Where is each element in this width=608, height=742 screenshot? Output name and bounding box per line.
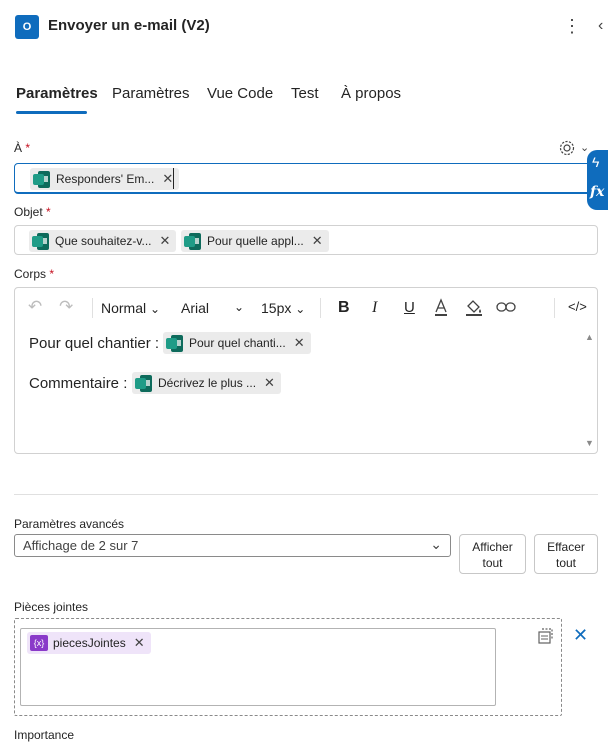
delete-item-icon[interactable]: ✕: [573, 625, 588, 646]
forms-icon: [166, 334, 183, 352]
tab-code-view[interactable]: Vue Code: [207, 85, 273, 102]
variable-icon: {x}: [30, 635, 48, 651]
active-tab-indicator: [16, 111, 87, 114]
remove-token-icon[interactable]: ✕: [294, 335, 305, 351]
action-title: Envoyer un e-mail (V2): [48, 17, 210, 34]
subject-token[interactable]: Pour quelle appl... ✕: [181, 230, 329, 252]
scroll-up-icon[interactable]: ▲: [585, 332, 594, 342]
redo-icon[interactable]: ↷: [59, 297, 73, 317]
chevron-down-icon: ⌄: [295, 302, 306, 316]
font-dropdown[interactable]: Arial ⌄: [181, 300, 247, 316]
remove-token-icon[interactable]: ✕: [162, 171, 173, 187]
more-options-icon[interactable]: ⋮: [563, 15, 581, 37]
code-view-icon[interactable]: </>: [568, 299, 587, 314]
dynamic-content-pill[interactable]: ϟ fx: [587, 150, 608, 210]
italic-button[interactable]: I: [372, 299, 377, 317]
tab-parameters[interactable]: Paramètres: [16, 85, 98, 102]
attachments-label: Pièces jointes: [14, 600, 89, 614]
link-icon[interactable]: [496, 300, 516, 314]
body-line-label: Commentaire :: [29, 375, 128, 392]
outlook-app-icon: O: [15, 15, 39, 39]
show-all-button[interactable]: Afficher tout: [459, 534, 526, 574]
remove-token-icon[interactable]: ✕: [134, 635, 145, 651]
remove-token-icon[interactable]: ✕: [264, 375, 275, 391]
to-input[interactable]: Responders' Em... ✕: [14, 163, 598, 194]
forms-icon: [184, 232, 201, 250]
settings-chevron-icon[interactable]: ⌄: [580, 141, 589, 154]
advanced-params-select[interactable]: Affichage de 2 sur 7 ⌄: [14, 534, 451, 557]
toolbar-separator: [320, 298, 321, 318]
body-line-label: Pour quel chantier :: [29, 335, 160, 352]
to-token[interactable]: Responders' Em... ✕: [30, 168, 180, 190]
text-cursor: [173, 168, 174, 189]
collapse-panel-icon[interactable]: ‹: [598, 15, 608, 37]
variable-token[interactable]: {x} piecesJointes ✕: [27, 632, 151, 654]
subject-token[interactable]: Que souhaitez-v... ✕: [29, 230, 177, 252]
chevron-down-icon: ⌄: [234, 300, 245, 314]
body-field-label: Corps *: [14, 267, 55, 281]
dynamic-content-icon[interactable]: ϟ: [592, 154, 599, 170]
advanced-params-label: Paramètres avancés: [14, 517, 125, 531]
scroll-down-icon[interactable]: ▼: [585, 438, 594, 448]
section-divider: [14, 494, 598, 495]
font-size-dropdown[interactable]: 15px ⌄: [261, 300, 305, 316]
subject-input[interactable]: Que souhaitez-v... ✕ Pour quelle appl...…: [14, 225, 598, 255]
chevron-down-icon: ⌄: [150, 302, 161, 316]
clear-all-button[interactable]: Effacer tout: [534, 534, 598, 574]
format-dropdown[interactable]: Normal ⌄: [101, 300, 160, 316]
remove-token-icon[interactable]: ✕: [160, 233, 171, 249]
toolbar-separator: [554, 298, 555, 318]
settings-gear-icon[interactable]: [557, 139, 577, 157]
body-token[interactable]: Pour quel chanti... ✕: [163, 332, 311, 354]
importance-label: Importance: [14, 728, 75, 742]
tab-test[interactable]: Test: [291, 85, 319, 102]
expression-fx-icon[interactable]: fx: [590, 184, 604, 200]
attachments-input[interactable]: {x} piecesJointes ✕: [20, 628, 496, 706]
remove-token-icon[interactable]: ✕: [312, 233, 323, 249]
body-editor[interactable]: ↶ ↷ Normal ⌄ Arial ⌄ 15px ⌄ B I U </> Po…: [14, 287, 598, 454]
body-token[interactable]: Décrivez le plus ... ✕: [132, 372, 281, 394]
undo-icon[interactable]: ↶: [28, 297, 42, 317]
to-field-label: À *: [14, 141, 31, 155]
highlight-icon[interactable]: [464, 298, 484, 318]
font-color-icon[interactable]: [433, 298, 449, 318]
bold-button[interactable]: B: [338, 299, 350, 317]
underline-button[interactable]: U: [404, 299, 415, 316]
forms-icon: [32, 232, 49, 250]
toolbar-separator: [92, 298, 93, 318]
tab-settings[interactable]: Paramètres: [112, 85, 190, 102]
forms-icon: [33, 170, 50, 188]
switch-to-array-input-icon[interactable]: [536, 628, 554, 646]
subject-field-label: Objet *: [14, 205, 51, 219]
chevron-down-icon: ⌄: [430, 536, 442, 552]
tab-about[interactable]: À propos: [341, 85, 401, 102]
forms-icon: [135, 374, 152, 392]
